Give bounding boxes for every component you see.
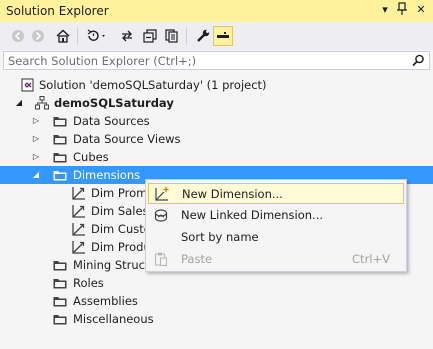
back-arrow-icon[interactable]: [8, 26, 28, 46]
tree-item-data-sources[interactable]: ▷ Data Sources: [0, 112, 433, 130]
toolbar-separator: [186, 28, 187, 44]
preview-icon[interactable]: [213, 26, 233, 46]
menu-item-new-linked-dimension[interactable]: New Linked Dimension...: [148, 205, 404, 226]
tree-item-label: Dim Custo: [91, 222, 151, 236]
search-icon[interactable]: [410, 52, 426, 69]
dimension-icon: [71, 203, 87, 219]
menu-item-shortcut: Ctrl+V: [352, 252, 390, 266]
panel-title: Solution Explorer: [6, 4, 109, 18]
menu-item-sort-by-name[interactable]: Sort by name: [148, 227, 404, 248]
pending-changes-filter-icon[interactable]: [84, 26, 110, 46]
folder-icon: [52, 149, 68, 165]
toolbar: [0, 22, 433, 50]
menu-item-label: New Linked Dimension...: [181, 208, 324, 222]
dimension-icon: [71, 221, 87, 237]
tree-item-label: Dimensions: [73, 168, 141, 182]
forward-arrow-icon[interactable]: [28, 26, 48, 46]
menu-item-new-dimension[interactable]: New Dimension...: [148, 183, 404, 204]
new-dimension-icon: [154, 186, 170, 202]
tree-item-miscellaneous[interactable]: Miscellaneous: [0, 310, 433, 328]
menu-item-label: Sort by name: [181, 230, 259, 244]
folder-icon: [52, 257, 68, 273]
collapsed-arrow-icon[interactable]: ▷: [31, 151, 41, 163]
expanded-arrow-icon[interactable]: ◢: [14, 97, 24, 109]
menu-item-label: Paste: [181, 252, 213, 266]
new-linked-dimension-icon: [153, 207, 169, 223]
folder-icon: [52, 293, 68, 309]
collapsed-arrow-icon[interactable]: ▷: [31, 115, 41, 127]
solution-icon: [20, 77, 36, 93]
tree-item-solution[interactable]: Solution 'demoSQLSaturday' (1 project): [0, 76, 433, 94]
tree-item-label: Cubes: [73, 150, 109, 164]
context-menu: New Dimension... New Linked Dimension...…: [145, 179, 407, 272]
dimension-icon: [71, 185, 87, 201]
menu-item-label: New Dimension...: [182, 187, 283, 201]
tree-item-roles[interactable]: Roles: [0, 274, 433, 292]
home-icon[interactable]: [53, 26, 73, 46]
tree-item-label: Data Source Views: [73, 132, 181, 146]
auto-hide-pin-icon[interactable]: [394, 2, 410, 18]
show-all-files-icon[interactable]: [162, 26, 182, 46]
folder-icon: [52, 311, 68, 327]
tree-item-label: Dim Produ: [91, 240, 151, 254]
tree-item-label: Solution 'demoSQLSaturday' (1 project): [39, 78, 267, 92]
tree-item-cubes[interactable]: ▷ Cubes: [0, 148, 433, 166]
folder-icon: [52, 275, 68, 291]
tree-item-label: Roles: [73, 276, 104, 290]
tree-item-label: Dim Sales: [91, 204, 149, 218]
tree-item-data-source-views[interactable]: ▷ Data Source Views: [0, 130, 433, 148]
sync-icon[interactable]: [117, 26, 137, 46]
paste-icon: [153, 251, 169, 267]
toolbar-separator: [77, 28, 78, 44]
search-box[interactable]: [3, 51, 430, 70]
collapse-all-icon[interactable]: [140, 26, 160, 46]
solution-explorer-panel: Solution Explorer ▾ ✕ Search Solution Ex…: [0, 0, 433, 349]
collapsed-arrow-icon[interactable]: ▷: [31, 133, 41, 145]
title-bar[interactable]: Solution Explorer ▾ ✕: [0, 0, 433, 22]
window-position-dropdown-icon[interactable]: ▾: [377, 2, 393, 18]
tree-item-label: Mining Struct: [73, 258, 150, 272]
menu-item-paste[interactable]: Paste Ctrl+V: [148, 249, 404, 270]
folder-icon: [52, 113, 68, 129]
close-icon[interactable]: ✕: [413, 2, 429, 18]
dimension-icon: [71, 239, 87, 255]
properties-wrench-icon[interactable]: [193, 26, 213, 46]
folder-icon: [52, 131, 68, 147]
tree-item-label: demoSQLSaturday: [54, 96, 174, 110]
tree-item-label: Miscellaneous: [73, 312, 154, 326]
tree-item-label: Data Sources: [73, 114, 150, 128]
cube-project-icon: [34, 95, 50, 111]
search-input[interactable]: [8, 53, 403, 68]
tree-item-label: Dim Prom: [91, 186, 148, 200]
folder-icon: [52, 167, 68, 183]
tree-item-label: Assemblies: [73, 294, 138, 308]
tree-item-project[interactable]: ◢ demoSQLSaturday: [0, 94, 433, 112]
expanded-arrow-icon[interactable]: ◢: [31, 169, 41, 181]
tree-item-assemblies[interactable]: Assemblies: [0, 292, 433, 310]
